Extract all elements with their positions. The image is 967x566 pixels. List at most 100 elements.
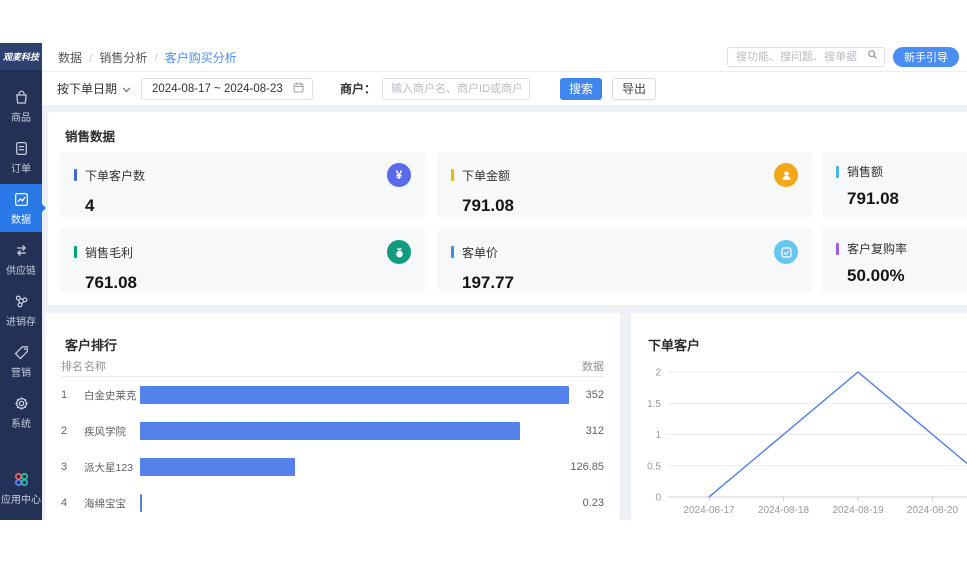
accent-bar bbox=[74, 246, 77, 258]
stat-value: 791.08 bbox=[847, 189, 967, 209]
sidebar-item-orders[interactable]: 订单 bbox=[0, 133, 42, 181]
name-cell: 白金史莱克 bbox=[84, 388, 140, 403]
col-header-rank: 排名 bbox=[61, 358, 84, 374]
accent-bar bbox=[836, 243, 839, 255]
rank-bar bbox=[140, 458, 295, 476]
rank-cell: 4 bbox=[61, 497, 84, 509]
sidebar-item-label: 商品 bbox=[11, 109, 31, 124]
breadcrumb-item[interactable]: 销售分析 bbox=[82, 49, 147, 66]
export-button[interactable]: 导出 bbox=[612, 78, 656, 100]
page-canvas: 观麦科技 商品 订单 bbox=[0, 0, 967, 566]
name-cell: 疾风学院 bbox=[84, 424, 140, 439]
order-doc-icon bbox=[13, 140, 30, 157]
date-range-input[interactable] bbox=[152, 83, 292, 95]
search-button[interactable]: 搜索 bbox=[560, 78, 602, 100]
sidebar-item-data[interactable]: 数据 bbox=[0, 184, 42, 232]
stat-card-order-amount: 下单金额 791.08 bbox=[437, 152, 812, 217]
date-range-picker[interactable] bbox=[141, 78, 313, 100]
stat-label: 销售毛利 bbox=[85, 244, 133, 261]
user-circle-icon bbox=[774, 163, 798, 187]
newbie-guide-button[interactable]: 新手引导 bbox=[893, 47, 959, 67]
chevron-down-icon bbox=[122, 82, 131, 96]
sidebar-item-label: 营销 bbox=[11, 364, 31, 379]
date-type-dropdown[interactable]: 按下单日期 bbox=[57, 80, 131, 97]
svg-text:2024-08-20: 2024-08-20 bbox=[907, 505, 959, 516]
svg-text:2024-08-18: 2024-08-18 bbox=[758, 505, 810, 516]
merchant-search-input[interactable] bbox=[382, 78, 530, 100]
svg-text:2: 2 bbox=[655, 368, 661, 379]
accent-bar bbox=[836, 166, 839, 178]
stat-value: 791.08 bbox=[462, 196, 798, 216]
global-search-input[interactable] bbox=[736, 51, 866, 63]
col-header-name: 名称 bbox=[84, 358, 140, 374]
rank-cell: 3 bbox=[61, 461, 84, 473]
date-type-label: 按下单日期 bbox=[57, 80, 117, 97]
sidebar-item-label: 应用中心 bbox=[1, 491, 41, 506]
svg-text:2024-08-19: 2024-08-19 bbox=[832, 505, 884, 516]
stat-value: 50.00% bbox=[847, 266, 967, 286]
svg-text:1.5: 1.5 bbox=[647, 399, 661, 410]
gear-icon bbox=[13, 395, 30, 412]
stat-value: 4 bbox=[85, 196, 411, 216]
calendar-icon[interactable] bbox=[292, 81, 305, 97]
stat-label: 销售额 bbox=[847, 163, 883, 180]
marketing-tag-icon bbox=[13, 344, 30, 361]
stat-label: 客户复购率 bbox=[847, 240, 907, 257]
value-cell: 352 bbox=[569, 389, 604, 401]
app-window: 观麦科技 商品 订单 bbox=[0, 43, 967, 520]
svg-text:0: 0 bbox=[655, 493, 661, 504]
brand-logo: 观麦科技 bbox=[0, 43, 42, 70]
value-cell: 312 bbox=[569, 425, 604, 437]
sales-data-title: 销售数据 bbox=[65, 126, 115, 145]
sidebar-item-label: 供应链 bbox=[6, 262, 36, 277]
supply-chain-icon bbox=[13, 242, 30, 259]
col-header-value: 数据 bbox=[569, 358, 604, 374]
sidebar-item-label: 数据 bbox=[11, 211, 31, 226]
stat-value: 197.77 bbox=[462, 273, 798, 291]
sidebar-nav: 商品 订单 数据 bbox=[0, 70, 42, 520]
rank-bar bbox=[140, 494, 142, 512]
sidebar-item-goods[interactable]: 商品 bbox=[0, 82, 42, 130]
table-row: 1 白金史莱克 352 bbox=[61, 377, 604, 413]
sidebar-item-app-center[interactable]: 应用中心 bbox=[0, 464, 42, 512]
sidebar-item-supply-chain[interactable]: 供应链 bbox=[0, 235, 42, 283]
rank-bar bbox=[140, 422, 520, 440]
svg-text:1: 1 bbox=[655, 430, 661, 441]
sidebar-item-inventory[interactable]: 进销存 bbox=[0, 286, 42, 334]
stat-card-avg-order-value: 客单价 197.77 bbox=[437, 229, 812, 291]
value-cell: 0.23 bbox=[569, 497, 604, 509]
svg-text:0.5: 0.5 bbox=[647, 461, 661, 472]
sidebar-item-system[interactable]: 系统 bbox=[0, 388, 42, 436]
stat-label: 客单价 bbox=[462, 244, 498, 261]
table-row: 2 疾风学院 312 bbox=[61, 413, 604, 449]
accent-bar bbox=[451, 246, 454, 258]
svg-text:2024-08-17: 2024-08-17 bbox=[683, 505, 735, 516]
customer-ranking-table: 排名 名称 数据 1 白金史莱克 352 2 疾风学院 bbox=[61, 357, 604, 520]
yen-circle-icon: ¥ bbox=[387, 163, 411, 187]
breadcrumb-item[interactable]: 数据 bbox=[58, 49, 82, 66]
shopping-bag-icon bbox=[13, 89, 30, 106]
stat-card-gross-profit: 销售毛利 761.08 bbox=[60, 229, 425, 291]
order-customers-line-chart: 0 0.5 1 1.5 2 2024-08-17 2024-08-18 2024-08-19 2… bbox=[631, 351, 967, 519]
table-header-row: 排名 名称 数据 bbox=[61, 357, 604, 377]
sidebar-item-label: 系统 bbox=[11, 415, 31, 430]
check-circle-icon bbox=[774, 240, 798, 264]
rank-bar bbox=[140, 386, 569, 404]
sidebar-item-label: 进销存 bbox=[6, 313, 36, 328]
rank-cell: 1 bbox=[61, 389, 84, 401]
accent-bar bbox=[74, 169, 77, 181]
breadcrumb: 数据 销售分析 客户购买分析 bbox=[58, 49, 237, 66]
search-icon[interactable] bbox=[866, 48, 879, 66]
accent-bar bbox=[451, 169, 454, 181]
chart-line-icon bbox=[13, 191, 30, 208]
breadcrumb-item-current: 客户购买分析 bbox=[147, 49, 236, 66]
sidebar-item-label: 订单 bbox=[11, 160, 31, 175]
global-search[interactable] bbox=[727, 47, 885, 67]
sidebar-item-marketing[interactable]: 营销 bbox=[0, 337, 42, 385]
money-bag-circle-icon bbox=[387, 240, 411, 264]
inventory-icon bbox=[13, 293, 30, 310]
filter-bar: 按下单日期 商户： 搜索 导出 bbox=[42, 72, 967, 105]
value-cell: 126.85 bbox=[569, 461, 604, 473]
customer-ranking-panel: 客户排行 排名 名称 数据 1 白金史莱克 352 bbox=[45, 313, 620, 520]
rank-cell: 2 bbox=[61, 425, 84, 437]
